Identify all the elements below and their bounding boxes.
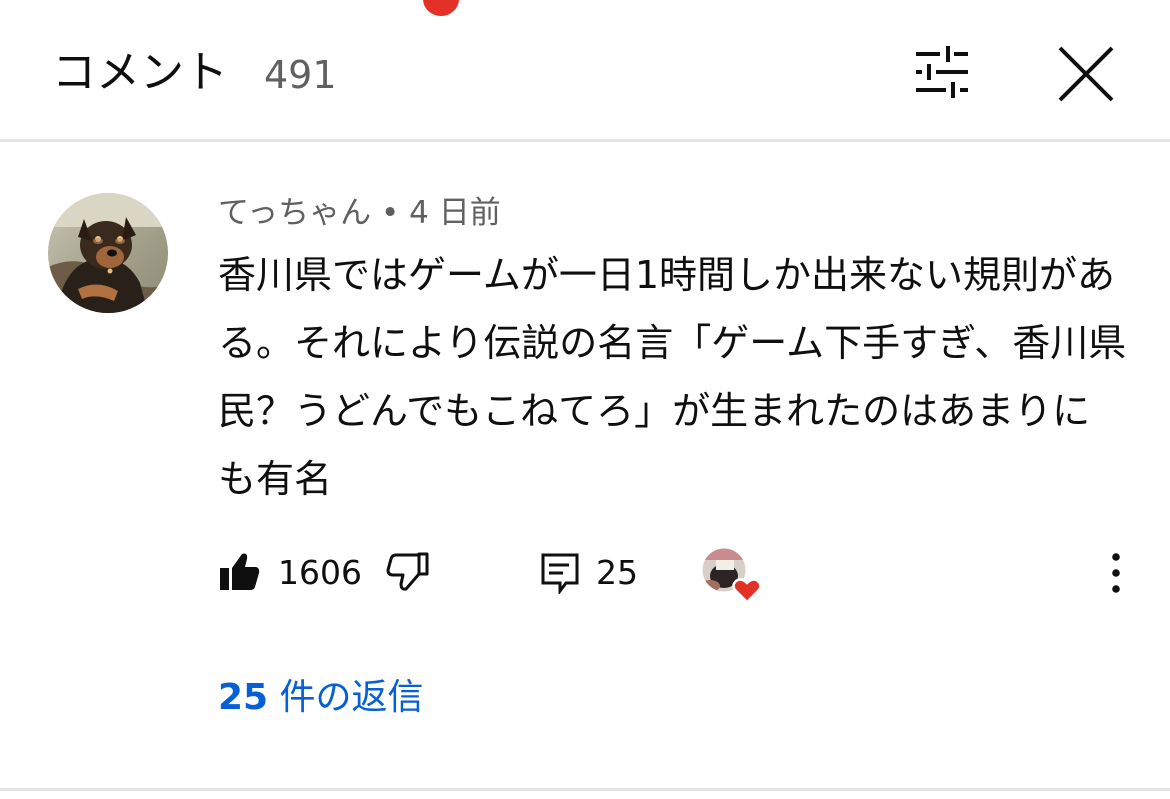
comment-actions: 1606 25 bbox=[0, 540, 1170, 610]
comments-panel: コメント 491 てっちゃん • 4 日前 香川県ではゲームが一日1時間しか出来… bbox=[0, 0, 1170, 799]
sort-filter-button[interactable] bbox=[906, 38, 978, 106]
close-button[interactable] bbox=[1050, 38, 1122, 110]
more-vertical-icon bbox=[1112, 553, 1120, 593]
replies-label: 件の返信 bbox=[268, 677, 424, 718]
more-options-button[interactable] bbox=[1098, 548, 1134, 598]
close-icon bbox=[1058, 46, 1114, 102]
like-button[interactable] bbox=[218, 550, 262, 594]
comment-meta: てっちゃん • 4 日前 bbox=[218, 193, 501, 233]
comment-thread: てっちゃん • 4 日前 香川県ではゲームが一日1時間しか出来ない規則がある。そ… bbox=[0, 145, 1170, 785]
dislike-button[interactable] bbox=[386, 550, 430, 594]
comment-divider bbox=[0, 788, 1170, 791]
comment-time: 4 日前 bbox=[409, 195, 501, 231]
dog-avatar-image bbox=[48, 193, 168, 313]
creator-heart-badge bbox=[700, 546, 768, 606]
author-name[interactable]: てっちゃん bbox=[218, 195, 371, 231]
comments-title: コメント bbox=[52, 47, 228, 98]
like-count: 1606 bbox=[278, 553, 362, 592]
comment-reply-icon bbox=[541, 553, 579, 596]
comments-header: コメント 491 bbox=[0, 0, 1170, 142]
comments-count: 491 bbox=[264, 53, 337, 97]
view-replies-button[interactable]: 25 件の返信 bbox=[218, 675, 424, 721]
reply-count: 25 bbox=[596, 553, 638, 592]
author-avatar[interactable] bbox=[48, 193, 168, 313]
sliders-icon bbox=[916, 46, 968, 98]
reply-button[interactable] bbox=[540, 552, 580, 596]
creator-heart-icon bbox=[701, 547, 762, 604]
comment-body: 香川県ではゲームが一日1時間しか出来ない規則がある。それにより伝説の名言「ゲーム… bbox=[218, 253, 1127, 501]
meta-separator: • bbox=[371, 195, 410, 231]
thumbs-up-icon bbox=[220, 553, 260, 590]
replies-count: 25 bbox=[218, 677, 269, 718]
thumbs-down-icon bbox=[386, 552, 429, 591]
